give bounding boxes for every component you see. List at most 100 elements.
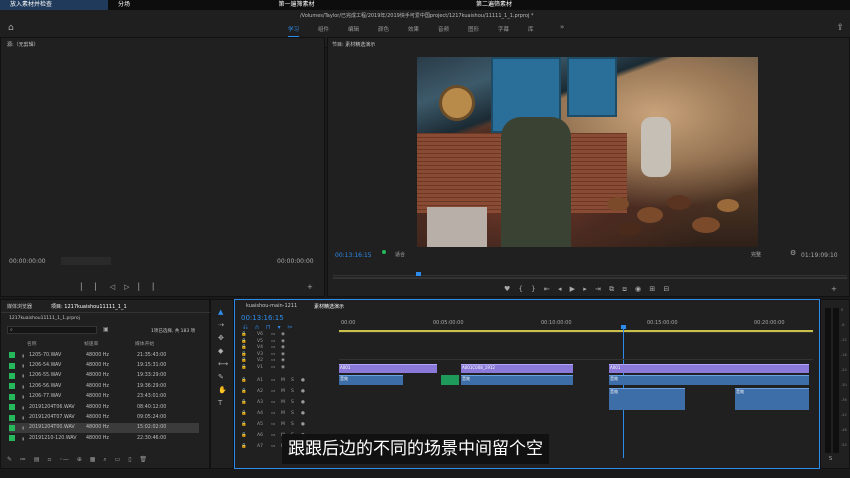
- project-footer-tools[interactable]: ✎ ≔ ▤ ▫ ◦— ⊕ ▦ ⌕ ▭ ▯ 🗑: [7, 456, 147, 464]
- meter-solo-button[interactable]: S: [829, 456, 832, 462]
- video-clip[interactable]: A001: [339, 364, 437, 373]
- sync-icon[interactable]: ▭: [271, 378, 281, 383]
- project-item-row[interactable]: ▮ 1206-77.WAV 48000 Hz 23:43:01:00: [9, 392, 199, 402]
- workspace-tab[interactable]: 编辑: [348, 25, 359, 33]
- audio-clip[interactable]: 音效: [735, 388, 809, 410]
- project-item-row[interactable]: ▮ 1206-56.WAV 48000 Hz 19:36:29:00: [9, 381, 199, 391]
- source-transport-controls[interactable]: ▏▏◁▷▏▏: [81, 283, 167, 291]
- workspace-tab[interactable]: 颜色: [378, 25, 389, 33]
- source-zoom-dropdown[interactable]: [61, 257, 111, 265]
- program-scrub-ruler[interactable]: [333, 262, 847, 276]
- slip-tool-icon[interactable]: ⟷: [218, 360, 228, 368]
- audio-clip[interactable]: 音效: [461, 375, 573, 385]
- lock-icon[interactable]: 🔒: [241, 444, 257, 449]
- tab-project[interactable]: 项目: 1217kuaishou11111_1_1: [51, 303, 127, 310]
- lock-icon[interactable]: 🔒: [241, 411, 257, 416]
- solo-button[interactable]: S: [291, 378, 301, 383]
- hand-tool-icon[interactable]: ✋: [218, 386, 227, 394]
- selection-tool-icon[interactable]: ▲: [218, 308, 223, 316]
- sync-icon[interactable]: ▭: [271, 444, 281, 449]
- sync-icon[interactable]: ▭: [271, 365, 281, 370]
- add-button-icon[interactable]: +: [831, 285, 837, 293]
- column-header-start[interactable]: 媒体开始: [135, 340, 154, 348]
- track-header[interactable]: 🔒 V1 ▭ ◉: [241, 363, 336, 372]
- tab-sequence-active[interactable]: 素材精选演示: [314, 303, 344, 310]
- playhead-marker[interactable]: [416, 272, 421, 276]
- project-item-row[interactable]: ▮ 1206-55.WAV 48000 Hz 19:33:29:00: [9, 371, 199, 381]
- add-button-icon[interactable]: +: [307, 283, 313, 291]
- sync-icon[interactable]: ▭: [271, 389, 281, 394]
- track-select-tool-icon[interactable]: ⇢: [218, 321, 224, 329]
- program-scrollbar[interactable]: [333, 277, 847, 279]
- topbar-segment[interactable]: 第一遍筛素材: [204, 0, 389, 10]
- mute-button[interactable]: M: [281, 422, 291, 427]
- project-item-row[interactable]: ▮ 1206-54.WAV 48000 Hz 19:15:31:00: [9, 360, 199, 370]
- mic-icon[interactable]: ●: [301, 389, 305, 394]
- audio-clip[interactable]: 音效: [339, 375, 403, 385]
- track-header[interactable]: 🔒 A4 ▭ M S ●: [241, 409, 336, 418]
- solo-button[interactable]: S: [291, 422, 301, 427]
- mic-icon[interactable]: ●: [301, 411, 305, 416]
- search-input[interactable]: ⌕: [7, 326, 97, 334]
- project-item-row[interactable]: ▮ 20191204T07.WAV 48000 Hz 09:05:24:00: [9, 412, 199, 422]
- timeline-timecode[interactable]: 00:13:16:15: [241, 314, 284, 322]
- audio-clip[interactable]: 音效: [609, 388, 685, 410]
- lock-icon[interactable]: 🔒: [241, 365, 257, 370]
- sync-icon[interactable]: ▭: [271, 411, 281, 416]
- mute-button[interactable]: M: [281, 411, 291, 416]
- track-header[interactable]: 🔒 A2 ▭ M S ●: [241, 387, 336, 396]
- topbar-segment[interactable]: 放入素材并检查: [0, 0, 108, 10]
- playhead-handle[interactable]: [621, 325, 626, 329]
- quality-dropdown[interactable]: 完整: [751, 251, 761, 258]
- solo-button[interactable]: S: [291, 411, 301, 416]
- program-transport-controls[interactable]: ♥ { } ⇤ ◂ ▶ ▸ ⇥ ⧉ ⧈ ◉ ⊞ ⊟: [504, 285, 669, 294]
- type-tool-icon[interactable]: T: [218, 399, 222, 407]
- source-timecode[interactable]: 00:00:00:00: [9, 258, 46, 265]
- track-header[interactable]: 🔒 A1 ▭ M S ●: [241, 376, 336, 385]
- workspace-tab[interactable]: 音频: [438, 25, 449, 33]
- lock-icon[interactable]: 🔒: [241, 378, 257, 383]
- pen-tool-icon[interactable]: ✎: [218, 373, 224, 381]
- sync-icon[interactable]: ▭: [271, 433, 281, 438]
- sync-icon[interactable]: ▭: [271, 400, 281, 405]
- project-item-row[interactable]: ▮ 1205-70.WAV 48000 Hz 21:35:43:00: [9, 350, 199, 360]
- mute-button[interactable]: M: [281, 400, 291, 405]
- lock-icon[interactable]: 🔒: [241, 400, 257, 405]
- mic-icon[interactable]: ●: [301, 378, 305, 383]
- track-header[interactable]: 🔒 A5 ▭ M S ●: [241, 420, 336, 429]
- lock-icon[interactable]: 🔒: [241, 433, 257, 438]
- mute-button[interactable]: M: [281, 378, 291, 383]
- project-item-row[interactable]: ▮ 20191204T00.WAV 48000 Hz 15:02:02:00: [9, 422, 199, 434]
- topbar-segment[interactable]: 第二遍筛素材: [389, 0, 589, 10]
- ripple-edit-tool-icon[interactable]: ✥: [218, 334, 224, 342]
- workspace-tab[interactable]: 组件: [318, 25, 329, 33]
- program-timecode[interactable]: 00:13:16:15: [335, 252, 372, 259]
- sync-icon[interactable]: ▭: [271, 422, 281, 427]
- project-item-row[interactable]: ▮ 20191204T06.WAV 48000 Hz 08:40:12:00: [9, 402, 199, 412]
- lock-icon[interactable]: 🔒: [241, 422, 257, 427]
- work-area-bar[interactable]: [339, 330, 813, 332]
- solo-button[interactable]: S: [291, 400, 301, 405]
- fit-dropdown[interactable]: 适合: [395, 251, 405, 258]
- audio-clip-green[interactable]: [441, 375, 459, 385]
- workspace-tab[interactable]: 图形: [468, 25, 479, 33]
- lock-icon[interactable]: 🔒: [241, 389, 257, 394]
- home-icon[interactable]: ⌂: [8, 23, 14, 33]
- topbar-segment[interactable]: 分场: [108, 0, 204, 10]
- workspace-tab[interactable]: 字幕: [498, 25, 509, 33]
- workspace-tab[interactable]: 效果: [408, 25, 419, 33]
- wrench-icon[interactable]: ⚙: [790, 249, 796, 257]
- workspace-tab[interactable]: 学习: [288, 25, 300, 37]
- tab-media-browser[interactable]: 媒体浏览器: [7, 303, 32, 310]
- mic-icon[interactable]: ●: [301, 400, 305, 405]
- tab-sequence[interactable]: kuaishou-main-1211: [246, 303, 297, 309]
- video-clip[interactable]: A001: [609, 364, 809, 373]
- solo-button[interactable]: S: [291, 389, 301, 394]
- timeline-ruler[interactable]: 00:00 00:05:00:00 00:10:00:00 00:15:00:0…: [339, 313, 813, 333]
- mute-button[interactable]: M: [281, 389, 291, 394]
- video-clip[interactable]: A001C008_1912: [461, 364, 573, 373]
- track-header[interactable]: 🔒 A3 ▭ M S ●: [241, 398, 336, 407]
- audio-clip[interactable]: 音效: [609, 375, 809, 385]
- export-icon[interactable]: ⇪: [836, 23, 844, 33]
- razor-tool-icon[interactable]: ◆: [218, 347, 223, 355]
